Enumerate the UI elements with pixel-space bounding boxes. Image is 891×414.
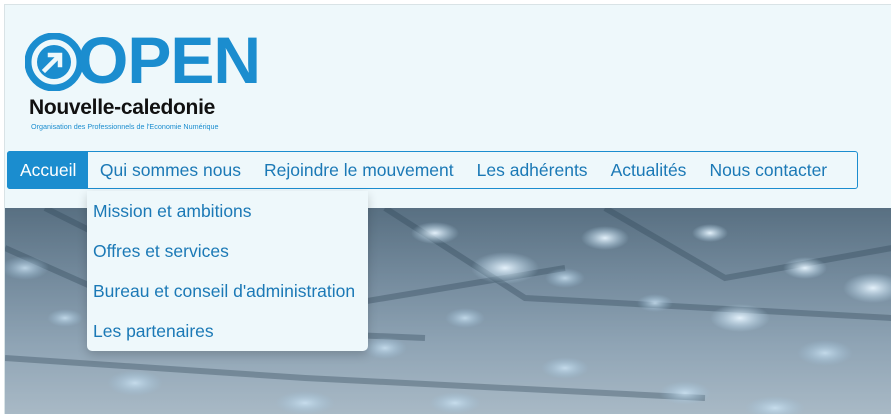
nav-item-actualites[interactable]: Actualités bbox=[599, 152, 698, 188]
site-logo[interactable]: OPEN Nouvelle-caledonie Organisation des… bbox=[25, 27, 265, 133]
logo-tagline: Organisation des Professionnels de l'Eco… bbox=[31, 122, 219, 131]
submenu-item-partenaires[interactable]: Les partenaires bbox=[87, 311, 368, 351]
page-container: OPEN Nouvelle-caledonie Organisation des… bbox=[4, 4, 891, 414]
submenu-item-bureau[interactable]: Bureau et conseil d'administration bbox=[87, 271, 368, 311]
submenu-item-offres[interactable]: Offres et services bbox=[87, 231, 368, 271]
arrow-circle-icon bbox=[25, 33, 83, 91]
submenu-item-mission[interactable]: Mission et ambitions bbox=[87, 191, 368, 231]
submenu-qui-sommes-nous: Mission et ambitions Offres et services … bbox=[87, 191, 368, 351]
logo-name: Nouvelle-caledonie bbox=[29, 96, 215, 119]
logo-wordmark: OPEN bbox=[77, 23, 261, 97]
nav-item-rejoindre-le-mouvement[interactable]: Rejoindre le mouvement bbox=[252, 152, 465, 188]
nav-item-accueil[interactable]: Accueil bbox=[7, 151, 89, 189]
nav-item-les-adherents[interactable]: Les adhérents bbox=[465, 152, 599, 188]
nav-item-nous-contacter[interactable]: Nous contacter bbox=[698, 152, 839, 188]
main-navigation: Accueil Qui sommes nous Rejoindre le mou… bbox=[7, 151, 858, 189]
nav-item-qui-sommes-nous[interactable]: Qui sommes nous bbox=[88, 152, 252, 188]
